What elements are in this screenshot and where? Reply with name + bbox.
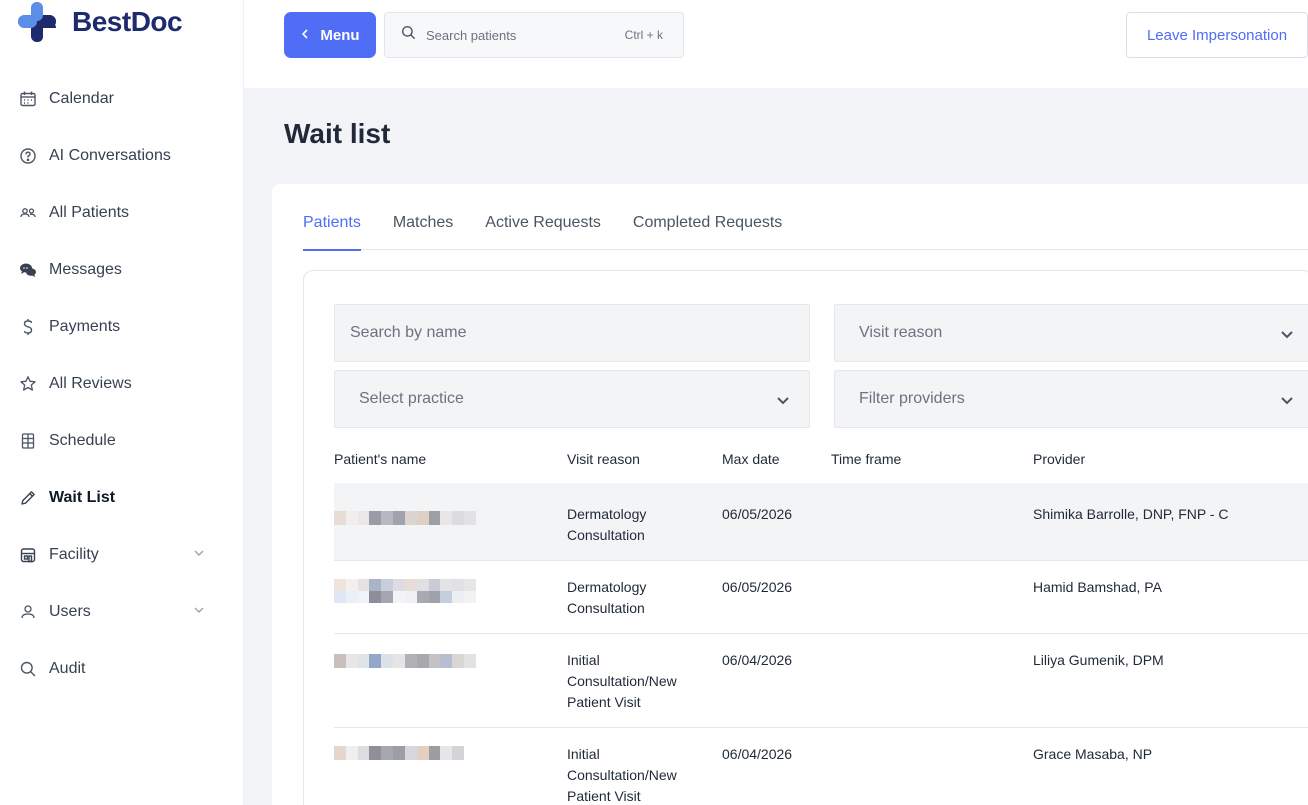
sidebar-item-messages[interactable]: Messages [0,241,244,298]
sidebar-item-ai-conversations[interactable]: AI Conversations [0,127,244,184]
patients-panel: Search by name Visit reason Select pract… [303,270,1308,805]
search-placeholder: Search patients [426,27,517,43]
sidebar-item-label: Wait List [49,488,116,506]
schedule-icon [18,431,38,451]
visit-reason-cell: Dermatology Consultation [567,579,647,616]
table-row[interactable]: Dermatology Consultation 06/05/2026 Hamid… [334,561,1308,634]
column-header-provider[interactable]: Provider [1033,451,1085,467]
sidebar-item-label: Users [49,602,91,620]
logo-mark-icon [18,2,58,42]
providers-select[interactable]: Filter providers [834,370,1308,428]
page-title: Wait list [284,118,391,149]
visit-reason-cell: Initial Consultation/New Patient Visit [567,746,677,804]
question-circle-icon [18,146,38,166]
redacted-patient-name [334,654,476,668]
search-icon [401,25,416,45]
dollar-icon [18,317,38,337]
practice-placeholder: Select practice [359,390,464,407]
visit-reason-cell: Initial Consultation/New Patient Visit [567,652,677,710]
sidebar-item-users[interactable]: Users [0,583,244,640]
main-content: Wait list Patients Matches Active Reques… [244,88,1308,805]
menu-button-label: Menu [320,26,360,44]
menu-button[interactable]: Menu [284,12,376,58]
sidebar-item-audit[interactable]: Audit [0,640,244,697]
sidebar-item-schedule[interactable]: Schedule [0,412,244,469]
sidebar-item-label: All Patients [49,203,130,221]
sidebar-item-payments[interactable]: Payments [0,298,244,355]
user-icon [18,602,38,622]
calendar-icon [18,89,38,109]
sidebar-item-label: Facility [49,545,99,563]
redacted-patient-name [334,746,476,760]
name-search-placeholder: Search by name [350,324,467,341]
redacted-patient-name [334,579,476,603]
max-date-cell: 06/05/2026 [722,579,793,595]
search-shortcut-hint: Ctrl + k [624,28,663,42]
tab-matches[interactable]: Matches [393,184,453,250]
chevron-down-icon [775,392,791,408]
users-icon [18,203,38,223]
sidebar-item-wait-list[interactable]: Wait List [0,469,244,526]
max-date-cell: 06/04/2026 [722,652,793,668]
max-date-cell: 06/04/2026 [722,746,793,762]
redacted-patient-name [334,511,476,525]
sidebar: BestDoc Calendar AI Conversations All Pa… [0,0,244,805]
sidebar-item-all-reviews[interactable]: All Reviews [0,355,244,412]
visit-reason-placeholder: Visit reason [859,324,943,341]
search-icon [18,659,38,679]
provider-cell: Grace Masaba, NP [1033,746,1153,762]
provider-cell: Shimika Barrolle, DNP, FNP - C [1033,506,1229,522]
top-bar: Menu Search patients Ctrl + k Leave Impe… [244,0,1308,88]
visit-reason-select[interactable]: Visit reason [834,304,1308,362]
tab-active-requests[interactable]: Active Requests [485,184,601,250]
table-row[interactable]: Dermatology Consultation 06/05/2026 Shimi… [334,483,1308,561]
sidebar-item-label: Schedule [49,431,116,449]
sidebar-item-label: Audit [49,659,86,677]
visit-reason-cell: Dermatology Consultation [567,506,647,543]
chat-bubbles-icon [18,260,38,280]
leave-impersonation-button[interactable]: Leave Impersonation [1126,12,1308,58]
sidebar-item-label: Payments [49,317,121,335]
column-header-max-date[interactable]: Max date [722,451,780,467]
chevron-down-icon[interactable] [192,546,206,560]
chevron-left-icon [300,27,310,44]
chevron-down-icon [1279,392,1295,408]
patient-search-input[interactable]: Search patients Ctrl + k [384,12,684,58]
sidebar-item-all-patients[interactable]: All Patients [0,184,244,241]
sidebar-item-label: AI Conversations [49,146,171,164]
chevron-down-icon[interactable] [192,603,206,617]
provider-cell: Hamid Bamshad, PA [1033,579,1162,595]
providers-placeholder: Filter providers [859,390,965,407]
tab-bar: Patients Matches Active Requests Complet… [303,184,1308,251]
wait-list-card: Patients Matches Active Requests Complet… [272,184,1308,805]
table-header: Patient's name Visit reason Max date Tim… [334,451,1308,483]
sidebar-nav: Calendar AI Conversations All Patients M… [0,70,244,697]
tab-completed-requests[interactable]: Completed Requests [633,184,782,250]
name-search-input[interactable]: Search by name [334,304,810,362]
column-header-patient-name[interactable]: Patient's name [334,451,426,467]
brand-logo[interactable]: BestDoc [18,0,183,44]
sidebar-item-label: Messages [49,260,122,278]
provider-cell: Liliya Gumenik, DPM [1033,652,1164,668]
brand-name: BestDoc [72,6,183,37]
building-icon [18,545,38,565]
table-row[interactable]: Initial Consultation/New Patient Visit 06/… [334,728,1308,805]
star-icon [18,374,38,394]
sidebar-item-facility[interactable]: Facility [0,526,244,583]
chevron-down-icon [1279,326,1295,342]
sidebar-item-calendar[interactable]: Calendar [0,70,244,127]
sidebar-item-label: All Reviews [49,374,132,392]
tab-patients[interactable]: Patients [303,184,361,251]
max-date-cell: 06/05/2026 [722,506,793,522]
practice-select[interactable]: Select practice [334,370,810,428]
column-header-visit-reason[interactable]: Visit reason [567,451,640,467]
column-header-time-frame[interactable]: Time frame [831,451,901,467]
table-row[interactable]: Initial Consultation/New Patient Visit 06/… [334,634,1308,728]
sidebar-item-label: Calendar [49,89,114,107]
pencil-icon [18,488,38,508]
